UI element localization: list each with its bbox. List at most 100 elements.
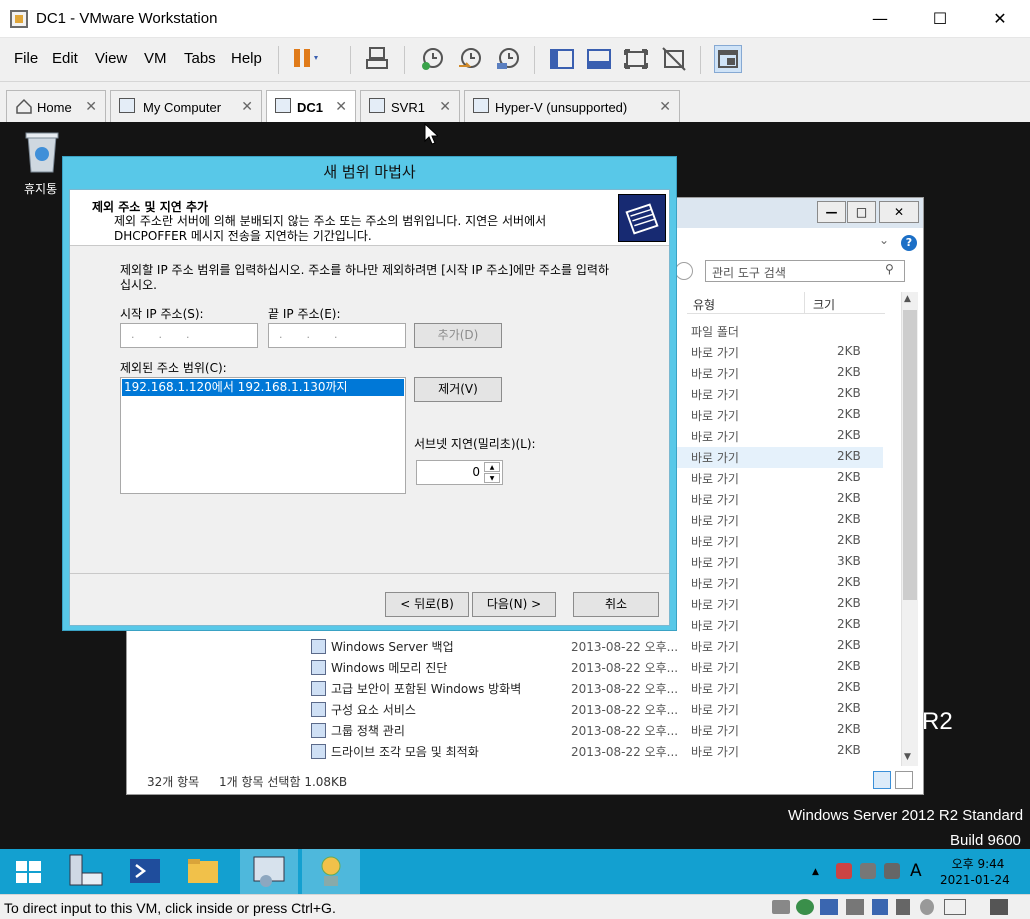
explorer-close-button[interactable]: ✕ xyxy=(879,201,919,223)
close-window-button[interactable]: ✕ xyxy=(970,0,1030,38)
dhcp-icon xyxy=(321,856,341,886)
snapshot-icon[interactable] xyxy=(418,45,446,73)
tab-my-computer[interactable]: My Computer ✕ xyxy=(110,90,262,123)
item-size: 2KB xyxy=(837,428,861,442)
item-type: 바로 가기 xyxy=(691,388,739,402)
end-ip-input[interactable]: ... xyxy=(268,323,406,348)
admin-tools-taskbar[interactable] xyxy=(240,849,298,894)
tab-label: My Computer xyxy=(143,100,222,115)
ime-indicator[interactable]: A xyxy=(910,861,922,881)
column-size[interactable]: 크기 xyxy=(813,296,835,313)
shortcut-icon xyxy=(311,660,326,675)
show-library-icon[interactable] xyxy=(548,45,576,73)
printer-icon[interactable] xyxy=(846,899,864,915)
table-row[interactable]: 드라이브 조각 모음 및 최적화 2013-08-22 오후... 바로 가기 2KB xyxy=(307,741,883,762)
messages-icon[interactable] xyxy=(990,899,1008,915)
powershell-taskbar[interactable] xyxy=(116,849,174,894)
snapshot-manager-icon[interactable] xyxy=(494,45,522,73)
action-center-icon[interactable] xyxy=(836,863,852,879)
volume-icon[interactable] xyxy=(884,863,900,879)
table-row[interactable]: 그룹 정책 관리 2013-08-22 오후... 바로 가기 2KB xyxy=(307,720,883,741)
start-ip-input[interactable]: ... xyxy=(120,323,258,348)
table-row[interactable]: Windows Server 백업 2013-08-22 오후... 바로 가기 2K… xyxy=(307,636,883,657)
menu-edit[interactable]: Edit xyxy=(52,50,78,67)
toolbar-separator xyxy=(534,46,535,74)
display-icon[interactable] xyxy=(944,899,966,915)
usb-icon[interactable] xyxy=(872,899,888,915)
back-button[interactable]: < 뒤로(B) xyxy=(385,592,469,617)
unity-icon[interactable] xyxy=(660,45,688,73)
item-type: 바로 가기 xyxy=(691,619,739,633)
console-view-icon[interactable] xyxy=(714,45,742,73)
explorer-minimize-button[interactable]: — xyxy=(817,201,846,223)
tab-svr1[interactable]: SVR1 ✕ xyxy=(360,90,460,123)
search-input[interactable]: 관리 도구 검색 xyxy=(705,260,905,282)
revert-snapshot-icon[interactable] xyxy=(456,45,484,73)
chevron-down-icon[interactable]: ⌄ xyxy=(879,233,889,247)
menu-vm[interactable]: VM xyxy=(144,50,167,67)
tab-close-icon[interactable]: ✕ xyxy=(241,98,253,115)
cd-dvd-icon[interactable] xyxy=(796,899,814,915)
item-type: 바로 가기 xyxy=(691,724,739,738)
send-ctrl-alt-del-icon[interactable] xyxy=(364,45,392,73)
menu-view[interactable]: View xyxy=(95,50,127,67)
table-row[interactable]: 구성 요소 서비스 2013-08-22 오후... 바로 가기 2KB xyxy=(307,699,883,720)
dhcp-taskbar[interactable] xyxy=(302,849,360,894)
remove-button[interactable]: 제거(V) xyxy=(414,377,502,402)
pause-icon[interactable] xyxy=(290,45,318,73)
menu-file[interactable]: File xyxy=(14,50,38,67)
item-type: 바로 가기 xyxy=(691,346,739,360)
tab-close-icon[interactable]: ✕ xyxy=(659,98,671,115)
vertical-scrollbar[interactable]: ▲ ▼ xyxy=(901,292,918,766)
tab-label: DC1 xyxy=(297,100,324,115)
refresh-icon[interactable] xyxy=(675,262,693,280)
network-icon[interactable] xyxy=(860,863,876,879)
sound-icon[interactable] xyxy=(896,899,910,915)
tab-home[interactable]: Home ✕ xyxy=(6,90,106,123)
menu-help[interactable]: Help xyxy=(231,50,262,67)
next-button[interactable]: 다음(N) > xyxy=(472,592,556,617)
details-view-icon[interactable] xyxy=(873,771,891,789)
tray-expand-icon[interactable]: ▲ xyxy=(812,867,819,877)
file-explorer-taskbar[interactable] xyxy=(174,849,232,894)
excluded-range-list[interactable]: 192.168.1.120에서 192.168.1.130까지 xyxy=(120,377,406,494)
subnet-delay-spinner[interactable]: 0 ▲ ▼ xyxy=(416,460,503,485)
scroll-up-icon[interactable]: ▲ xyxy=(904,294,911,304)
recycle-bin-icon[interactable] xyxy=(22,130,62,174)
clock-date[interactable]: 2021-01-24 xyxy=(940,873,1010,887)
subnet-delay-value[interactable]: 0 xyxy=(472,465,480,479)
large-icons-view-icon[interactable] xyxy=(895,771,913,789)
tab-close-icon[interactable]: ✕ xyxy=(85,98,97,115)
minimize-button[interactable]: — xyxy=(850,0,910,38)
subnet-delay-label: 서브넷 지연(밀리초)(L): xyxy=(414,437,536,451)
explorer-maximize-button[interactable]: □ xyxy=(847,201,876,223)
spin-up-icon[interactable]: ▲ xyxy=(484,462,500,472)
spin-down-icon[interactable]: ▼ xyxy=(484,473,500,483)
tab-hyper-v[interactable]: Hyper-V (unsupported) ✕ xyxy=(464,90,680,123)
tab-close-icon[interactable]: ✕ xyxy=(439,98,451,115)
table-row[interactable]: Windows 메모리 진단 2013-08-22 오후... 바로 가기 2KB xyxy=(307,657,883,678)
column-divider xyxy=(804,292,805,314)
menu-tabs[interactable]: Tabs xyxy=(184,50,216,67)
start-button[interactable] xyxy=(0,849,58,894)
server-manager-taskbar[interactable] xyxy=(58,849,116,894)
scroll-down-icon[interactable]: ▼ xyxy=(904,752,911,762)
item-size: 2KB xyxy=(837,470,861,484)
network-adapter-icon[interactable] xyxy=(820,899,838,915)
show-thumbnail-bar-icon[interactable] xyxy=(585,45,613,73)
add-button[interactable]: 추가(D) xyxy=(414,323,502,348)
full-screen-icon[interactable] xyxy=(622,45,650,73)
clock-time[interactable]: 오후 9:44 xyxy=(948,855,1008,872)
bluetooth-icon[interactable] xyxy=(920,899,934,915)
item-date: 2013-08-22 오후... xyxy=(571,640,679,654)
help-icon[interactable]: ? xyxy=(901,235,917,251)
maximize-button[interactable]: ☐ xyxy=(910,0,970,38)
hard-disk-icon[interactable] xyxy=(772,900,790,914)
tab-dc1[interactable]: DC1 ✕ xyxy=(266,90,356,123)
table-row[interactable]: 고급 보안이 포함된 Windows 방화벽 2013-08-22 오후... 바로… xyxy=(307,678,883,699)
column-type[interactable]: 유형 xyxy=(693,296,715,313)
scroll-thumb[interactable] xyxy=(903,310,917,600)
excluded-range-item[interactable]: 192.168.1.120에서 192.168.1.130까지 xyxy=(122,379,404,396)
tab-close-icon[interactable]: ✕ xyxy=(335,98,347,115)
cancel-button[interactable]: 취소 xyxy=(573,592,659,617)
